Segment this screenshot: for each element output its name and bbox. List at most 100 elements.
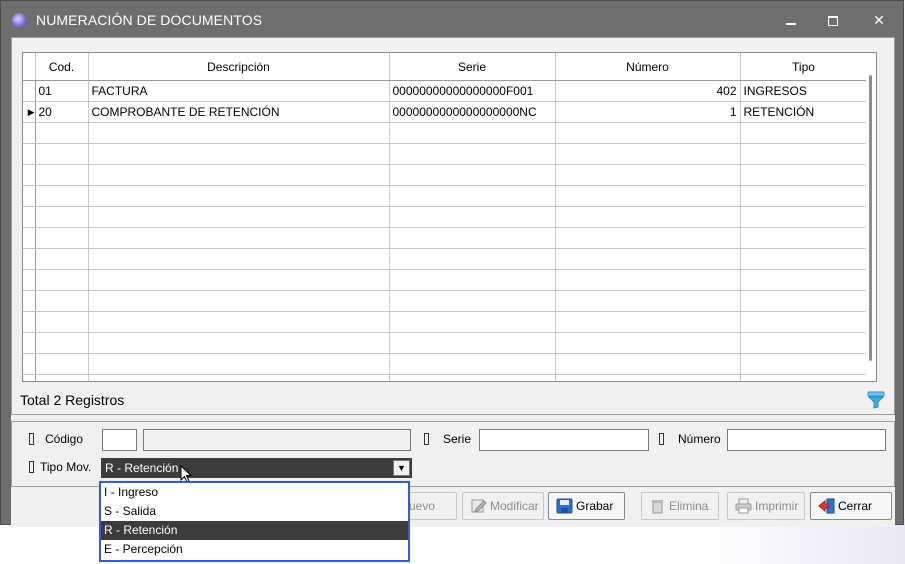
empty-table-row[interactable] — [23, 311, 868, 333]
empty-cell[interactable] — [88, 227, 390, 249]
empty-cell[interactable] — [88, 269, 390, 291]
empty-cell[interactable] — [555, 185, 741, 207]
empty-cell[interactable] — [389, 227, 556, 249]
empty-cell[interactable] — [35, 164, 89, 186]
cell-tipo[interactable]: INGRESOS — [740, 80, 868, 102]
empty-cell[interactable] — [88, 122, 390, 144]
option-retencion[interactable]: R - Retención — [101, 521, 408, 540]
empty-table-row[interactable] — [23, 122, 868, 144]
empty-table-row[interactable] — [23, 248, 868, 270]
empty-table-row[interactable] — [23, 290, 868, 312]
empty-cell[interactable] — [35, 227, 89, 249]
empty-cell[interactable] — [35, 332, 89, 354]
empty-cell[interactable] — [740, 164, 868, 186]
empty-cell[interactable] — [88, 290, 390, 312]
cell-tipo[interactable]: RETENCIÓN — [740, 101, 868, 123]
empty-cell[interactable] — [88, 206, 390, 228]
empty-cell[interactable] — [555, 353, 741, 375]
empty-cell[interactable] — [35, 311, 89, 333]
cell-numero[interactable]: 1 — [555, 101, 741, 123]
option-percepcion[interactable]: E - Percepción — [101, 540, 408, 559]
empty-cell[interactable] — [740, 311, 868, 333]
empty-cell[interactable] — [555, 248, 741, 270]
empty-cell[interactable] — [35, 353, 89, 375]
empty-cell[interactable] — [740, 290, 868, 312]
cerrar-button[interactable]: Cerrar — [810, 492, 892, 520]
empty-cell[interactable] — [389, 185, 556, 207]
empty-cell[interactable] — [389, 311, 556, 333]
cell-serie[interactable]: 0000000000000000000NC — [389, 101, 556, 123]
filter-icon[interactable] — [867, 391, 885, 409]
empty-cell[interactable] — [740, 269, 868, 291]
empty-cell[interactable] — [88, 374, 390, 381]
column-header-tipo[interactable]: Tipo — [740, 53, 868, 81]
empty-table-row[interactable] — [23, 206, 868, 228]
minimize-button[interactable] — [779, 10, 803, 30]
modificar-button[interactable]: Modificar — [462, 492, 544, 520]
empty-cell[interactable] — [389, 143, 556, 165]
empty-cell[interactable] — [35, 143, 89, 165]
empty-cell[interactable] — [740, 122, 868, 144]
empty-cell[interactable] — [740, 143, 868, 165]
tipo-mov-select[interactable]: R - Retención ▼ — [101, 458, 412, 478]
cell-numero[interactable]: 402 — [555, 80, 741, 102]
empty-cell[interactable] — [555, 332, 741, 354]
empty-cell[interactable] — [740, 248, 868, 270]
empty-table-row[interactable] — [23, 164, 868, 186]
dropdown-arrow-button[interactable]: ▼ — [393, 460, 410, 476]
empty-cell[interactable] — [88, 332, 390, 354]
empty-cell[interactable] — [389, 206, 556, 228]
empty-cell[interactable] — [389, 164, 556, 186]
empty-cell[interactable] — [389, 290, 556, 312]
empty-cell[interactable] — [35, 122, 89, 144]
empty-cell[interactable] — [88, 164, 390, 186]
empty-cell[interactable] — [389, 374, 556, 381]
empty-cell[interactable] — [35, 185, 89, 207]
empty-cell[interactable] — [389, 248, 556, 270]
elimina-button[interactable]: Elimina — [641, 492, 719, 520]
empty-cell[interactable] — [740, 206, 868, 228]
empty-cell[interactable] — [740, 185, 868, 207]
close-button[interactable]: ✕ — [867, 10, 891, 30]
codigo-input[interactable] — [102, 429, 137, 451]
cell-cod[interactable]: 20 — [35, 101, 89, 123]
empty-cell[interactable] — [555, 164, 741, 186]
empty-cell[interactable] — [35, 248, 89, 270]
cell-serie[interactable]: 00000000000000000F001 — [389, 80, 556, 102]
empty-cell[interactable] — [555, 206, 741, 228]
column-header-cod[interactable]: Cod. — [35, 53, 89, 81]
column-header-serie[interactable]: Serie — [389, 53, 556, 81]
empty-table-row[interactable] — [23, 143, 868, 165]
cell-descripcion[interactable]: COMPROBANTE DE RETENCIÓN — [88, 101, 390, 123]
empty-cell[interactable] — [389, 332, 556, 354]
tipo-mov-dropdown-list[interactable]: I - Ingreso S - Salida R - Retención E -… — [99, 481, 410, 562]
empty-cell[interactable] — [555, 122, 741, 144]
empty-cell[interactable] — [555, 227, 741, 249]
empty-cell[interactable] — [740, 332, 868, 354]
maximize-button[interactable] — [821, 10, 845, 30]
empty-table-row[interactable] — [23, 374, 868, 381]
empty-table-row[interactable] — [23, 185, 868, 207]
empty-cell[interactable] — [389, 122, 556, 144]
title-bar[interactable]: NUMERACIÓN DE DOCUMENTOS ✕ — [1, 1, 903, 37]
imprimir-button[interactable]: Imprimir — [727, 492, 805, 520]
empty-cell[interactable] — [555, 290, 741, 312]
cell-descripcion[interactable]: FACTURA — [88, 80, 390, 102]
empty-cell[interactable] — [88, 185, 390, 207]
empty-cell[interactable] — [35, 290, 89, 312]
empty-table-row[interactable] — [23, 227, 868, 249]
empty-table-row[interactable] — [23, 332, 868, 354]
empty-table-row[interactable] — [23, 269, 868, 291]
empty-cell[interactable] — [35, 374, 89, 381]
empty-cell[interactable] — [35, 206, 89, 228]
scrollbar-thumb[interactable] — [869, 75, 872, 361]
table-row[interactable]: ▶ 20 COMPROBANTE DE RETENCIÓN 0000000000… — [23, 101, 868, 123]
empty-cell[interactable] — [389, 353, 556, 375]
empty-cell[interactable] — [35, 269, 89, 291]
option-ingreso[interactable]: I - Ingreso — [101, 483, 408, 502]
empty-cell[interactable] — [740, 227, 868, 249]
grabar-button[interactable]: Grabar — [548, 492, 625, 520]
empty-cell[interactable] — [740, 374, 868, 381]
empty-cell[interactable] — [88, 248, 390, 270]
serie-input[interactable] — [479, 429, 649, 451]
